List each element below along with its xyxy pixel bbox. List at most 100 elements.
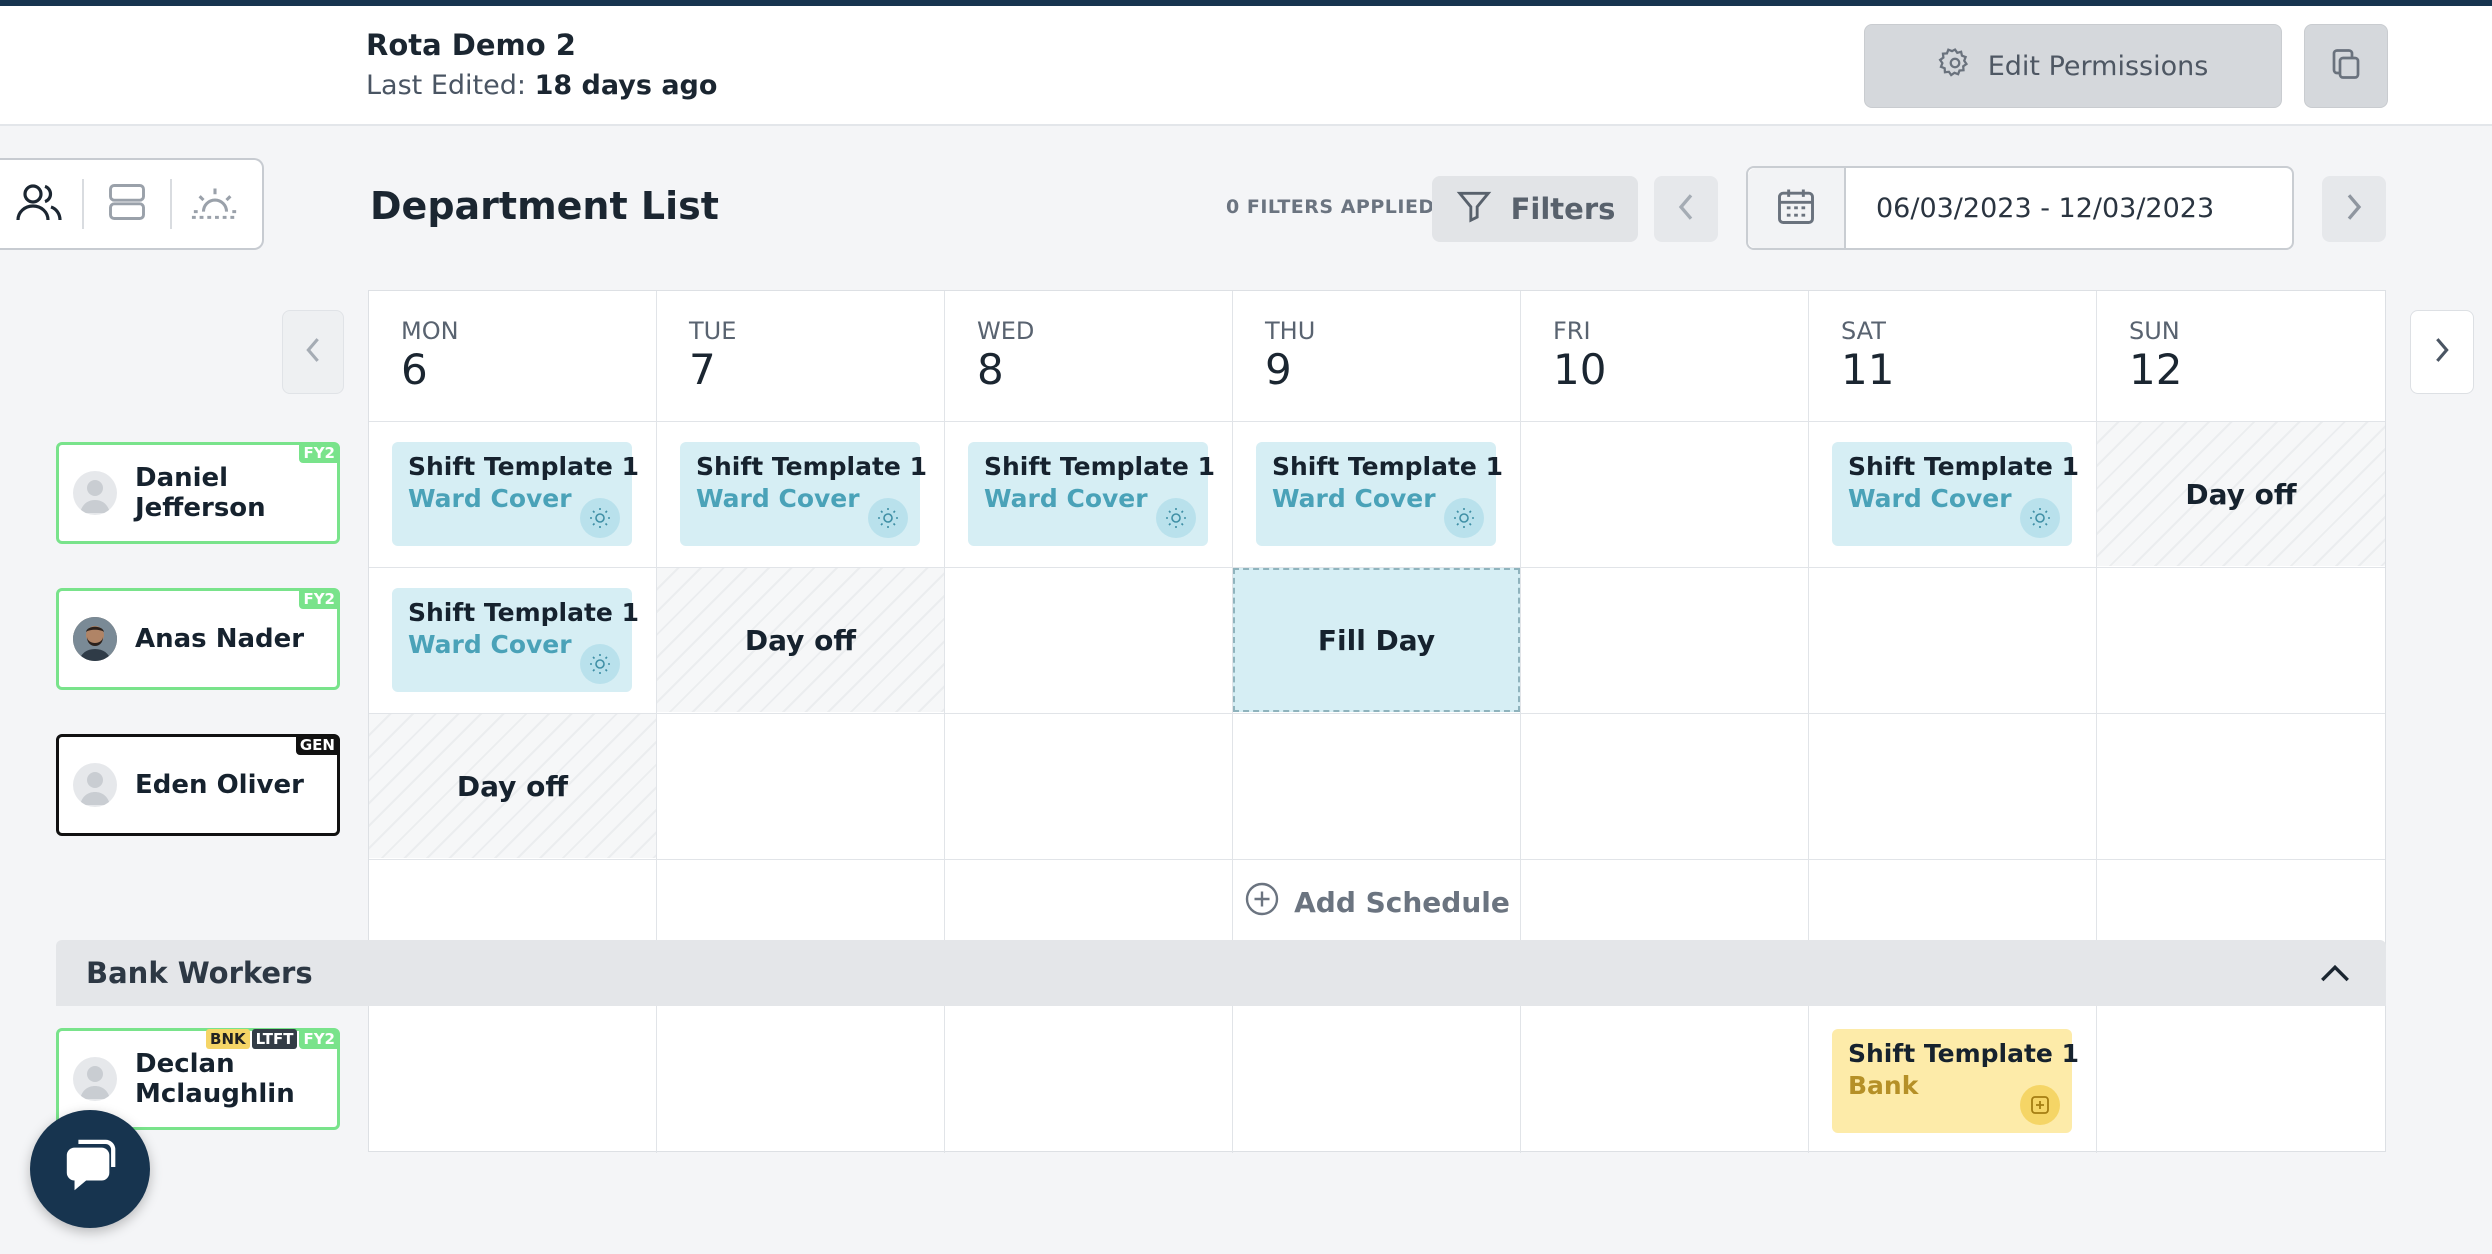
- grid-line: [369, 713, 2385, 714]
- day-number: 7: [689, 345, 716, 394]
- day-header-sat: SAT 11: [1809, 291, 2096, 421]
- shift-card[interactable]: Shift Template 1 Ward Cover: [392, 588, 639, 692]
- sun-icon: [580, 498, 620, 538]
- shift-role: Ward Cover: [1272, 484, 1436, 513]
- day-number: 12: [2129, 345, 2183, 394]
- copy-icon: [2328, 46, 2364, 86]
- ltft-badge: LTFT: [251, 1029, 298, 1049]
- people-icon: [15, 180, 63, 228]
- bank-workers-title: Bank Workers: [86, 956, 313, 990]
- add-schedule-button[interactable]: Add Schedule: [369, 862, 2385, 942]
- worker-card-daniel-jefferson[interactable]: Daniel Jefferson FY2: [56, 442, 340, 544]
- calendar-button[interactable]: [1748, 168, 1846, 248]
- worker-name-line: Mclaughlin: [135, 1079, 295, 1109]
- shift-role: Ward Cover: [984, 484, 1148, 513]
- chevron-right-icon: [2432, 336, 2452, 368]
- day-header-mon: MON 6: [369, 291, 656, 421]
- rota-grid: MON 6 TUE 7 WED 8 THU 9 FRI 10 SAT 11 SU…: [368, 290, 2386, 1153]
- edit-permissions-label: Edit Permissions: [1987, 50, 2209, 82]
- layout-view-button[interactable]: [84, 158, 170, 250]
- shift-title: Shift Template 1: [696, 452, 927, 481]
- chevron-up-icon[interactable]: [2318, 958, 2352, 995]
- fill-day-cell[interactable]: Fill Day: [1233, 568, 1520, 712]
- shift-role: Ward Cover: [696, 484, 860, 513]
- shift-view-button[interactable]: [172, 158, 258, 250]
- shift-card[interactable]: Shift Template 1 Ward Cover: [392, 442, 639, 546]
- shift-title: Shift Template 1: [1272, 452, 1503, 481]
- day-header-fri: FRI 10: [1521, 291, 1808, 421]
- worker-name: Declan Mclaughlin: [135, 1049, 295, 1109]
- sun-icon: [1444, 498, 1484, 538]
- previous-week-button[interactable]: [1654, 176, 1718, 242]
- next-week-button[interactable]: [2322, 176, 2386, 242]
- worker-name-line: Declan: [135, 1049, 235, 1079]
- shift-role: Ward Cover: [408, 630, 572, 659]
- day-name: TUE: [689, 317, 737, 345]
- day-number: 9: [1265, 345, 1292, 394]
- grade-badge: GEN: [295, 735, 339, 755]
- worker-card-eden-oliver[interactable]: Eden Oliver GEN: [56, 734, 340, 836]
- avatar: [73, 1057, 117, 1101]
- day-name: MON: [401, 317, 459, 345]
- chevron-left-icon: [303, 336, 323, 368]
- sunrise-icon: [190, 182, 240, 226]
- chevron-left-icon: [1675, 192, 1697, 226]
- avatar: [73, 617, 117, 661]
- grade-badge: FY2: [299, 1029, 339, 1049]
- shift-card[interactable]: Shift Template 1 Ward Cover: [968, 442, 1215, 546]
- day-name: WED: [977, 317, 1035, 345]
- avatar: [73, 763, 117, 807]
- grade-badge: FY2: [299, 443, 339, 463]
- last-edited-value: 18 days ago: [534, 70, 718, 101]
- day-off-cell[interactable]: Day off: [369, 714, 656, 858]
- day-header-wed: WED 8: [945, 291, 1232, 421]
- filters-button[interactable]: Filters: [1432, 176, 1638, 242]
- grade-badge: FY2: [299, 589, 339, 609]
- shift-card[interactable]: Shift Template 1 Ward Cover: [1832, 442, 2079, 546]
- page-header: Rota Demo 2 Last Edited: 18 days ago Edi…: [0, 6, 2492, 126]
- shift-title: Shift Template 1: [1848, 452, 2079, 481]
- avatar: [73, 471, 117, 515]
- people-view-button[interactable]: [0, 158, 82, 250]
- day-number: 10: [1553, 345, 1607, 394]
- day-number: 8: [977, 345, 1004, 394]
- grid-scroll-left-button[interactable]: [282, 310, 344, 394]
- filters-applied-count: 0 FILTERS APPLIED: [1226, 196, 1435, 218]
- plus-circle-icon: [1244, 881, 1280, 924]
- copy-button[interactable]: [2304, 24, 2388, 108]
- sun-icon: [2020, 498, 2060, 538]
- shift-card[interactable]: Shift Template 1 Ward Cover: [1256, 442, 1503, 546]
- shift-card[interactable]: Shift Template 1 Ward Cover: [680, 442, 927, 546]
- grid-line: [369, 421, 2385, 422]
- chat-launcher-button[interactable]: [30, 1110, 150, 1228]
- gear-icon: [1938, 46, 1972, 87]
- sun-icon: [580, 644, 620, 684]
- worker-name: Daniel Jefferson: [135, 463, 266, 523]
- rota-title: Rota Demo 2: [366, 28, 576, 62]
- edit-permissions-button[interactable]: Edit Permissions: [1864, 24, 2282, 108]
- day-number: 6: [401, 345, 428, 394]
- rows-icon: [105, 180, 149, 228]
- plus-square-icon: [2020, 1085, 2060, 1125]
- shift-role: Bank: [1848, 1071, 1919, 1100]
- day-name: SAT: [1841, 317, 1886, 345]
- day-number: 11: [1841, 345, 1895, 394]
- day-off-cell[interactable]: Day off: [2097, 422, 2385, 566]
- worker-card-anas-nader[interactable]: Anas Nader FY2: [56, 588, 340, 690]
- last-edited-label: Last Edited:: [366, 70, 526, 101]
- bank-workers-section-header[interactable]: Bank Workers: [56, 940, 2386, 1006]
- worker-badges: GEN: [295, 735, 339, 755]
- last-edited: Last Edited: 18 days ago: [366, 70, 717, 101]
- worker-name: Anas Nader: [135, 624, 305, 654]
- bank-shift-card[interactable]: Shift Template 1 Bank: [1832, 1029, 2079, 1133]
- calendar-icon: [1774, 184, 1818, 232]
- day-name: FRI: [1553, 317, 1591, 345]
- sun-icon: [868, 498, 908, 538]
- sun-icon: [1156, 498, 1196, 538]
- worker-badges: FY2: [299, 589, 339, 609]
- department-list-title: Department List: [370, 184, 719, 228]
- grid-scroll-right-button[interactable]: [2410, 310, 2474, 394]
- worker-badges: FY2: [299, 443, 339, 463]
- date-range-picker[interactable]: 06/03/2023 - 12/03/2023: [1746, 166, 2294, 250]
- day-off-cell[interactable]: Day off: [657, 568, 944, 712]
